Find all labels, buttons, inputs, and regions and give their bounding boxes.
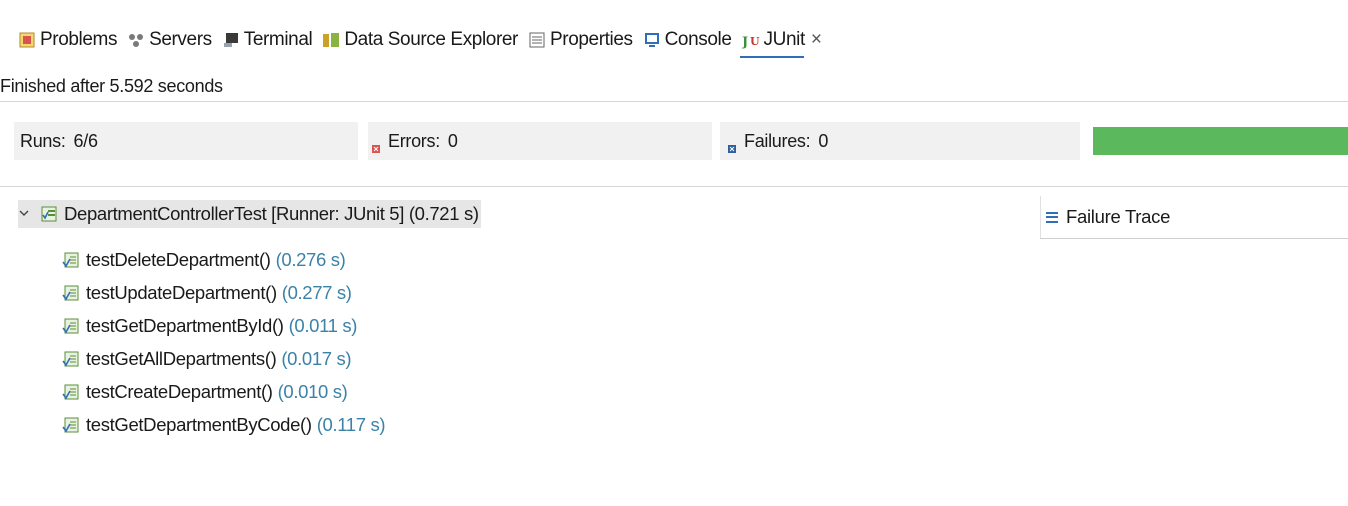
- test-passed-icon: [62, 251, 80, 269]
- failure-trace-icon: [1046, 211, 1058, 223]
- failures-counter: Failures: 0: [720, 122, 1080, 160]
- test-case-time: (0.277 s): [281, 282, 352, 303]
- test-passed-icon: [62, 383, 80, 401]
- tab-junit-label: JUnit: [763, 29, 806, 50]
- test-case-row[interactable]: testGetDepartmentById() (0.011 s): [62, 312, 357, 340]
- test-case-row[interactable]: testCreateDepartment() (0.010 s): [62, 378, 348, 406]
- tab-servers-label: Servers: [149, 29, 212, 50]
- test-case-time: (0.276 s): [275, 249, 346, 270]
- chevron-down-icon[interactable]: [18, 206, 32, 222]
- tab-console[interactable]: Console: [643, 29, 732, 51]
- test-passed-icon: [62, 350, 80, 368]
- test-suite-row[interactable]: DepartmentControllerTest [Runner: JUnit …: [18, 200, 481, 228]
- runs-value: 6/6: [73, 130, 98, 151]
- test-case-name: testGetAllDepartments(): [86, 348, 277, 369]
- test-suite-icon: [40, 205, 58, 223]
- error-icon: [372, 137, 380, 153]
- divider: [0, 186, 1348, 187]
- test-case-time: (0.010 s): [277, 381, 348, 402]
- test-case-row[interactable]: testUpdateDepartment() (0.277 s): [62, 279, 352, 307]
- test-case-name: testUpdateDepartment(): [86, 282, 277, 303]
- problems-icon: [18, 31, 36, 49]
- test-passed-icon: [62, 317, 80, 335]
- tab-terminal-label: Terminal: [243, 29, 313, 50]
- tab-problems-label: Problems: [40, 29, 118, 50]
- divider: [0, 101, 1348, 102]
- failure-icon: [728, 137, 736, 153]
- tab-properties[interactable]: Properties: [528, 29, 633, 51]
- properties-icon: [528, 31, 546, 49]
- tab-junit[interactable]: JU JUnit ×: [739, 29, 822, 58]
- test-passed-icon: [62, 284, 80, 302]
- data-source-icon: [322, 31, 340, 49]
- runs-label: Runs:: [20, 130, 66, 151]
- close-tab-icon[interactable]: ×: [811, 29, 822, 51]
- test-case-row[interactable]: testDeleteDepartment() (0.276 s): [62, 246, 346, 274]
- test-case-time: (0.011 s): [288, 315, 358, 336]
- test-case-row[interactable]: testGetDepartmentByCode() (0.117 s): [62, 411, 386, 439]
- errors-label: Errors:: [388, 130, 440, 151]
- svg-text:J: J: [742, 35, 748, 49]
- svg-text:U: U: [750, 35, 760, 48]
- errors-counter: Errors: 0: [368, 122, 712, 160]
- test-passed-icon: [62, 416, 80, 434]
- failure-trace-header: Failure Trace: [1040, 196, 1348, 239]
- test-case-name: testGetDepartmentById(): [86, 315, 284, 336]
- tab-terminal[interactable]: Terminal: [222, 29, 313, 51]
- test-suite-label: DepartmentControllerTest [Runner: JUnit …: [64, 203, 479, 224]
- failure-trace-label: Failure Trace: [1066, 206, 1171, 227]
- junit-icon: JU: [742, 31, 760, 49]
- tab-data-source-explorer-label: Data Source Explorer: [344, 29, 518, 50]
- failures-label: Failures:: [744, 130, 811, 151]
- tab-data-source-explorer[interactable]: Data Source Explorer: [322, 29, 518, 51]
- test-case-name: testDeleteDepartment(): [86, 249, 271, 270]
- failures-value: 0: [818, 130, 829, 151]
- tab-problems[interactable]: Problems: [18, 29, 117, 51]
- terminal-icon: [222, 31, 240, 49]
- servers-icon: [127, 31, 145, 49]
- view-tab-bar: Problems Servers Terminal Data Source Ex…: [0, 0, 1348, 66]
- test-case-name: testCreateDepartment(): [86, 381, 273, 402]
- test-case-time: (0.017 s): [281, 348, 352, 369]
- test-progress-bar: [1093, 127, 1348, 155]
- tab-servers[interactable]: Servers: [127, 29, 212, 51]
- runs-counter: Runs: 6/6: [14, 122, 358, 160]
- tab-properties-label: Properties: [550, 29, 633, 50]
- tab-list: Problems Servers Terminal Data Source Ex…: [18, 28, 832, 58]
- errors-value: 0: [447, 130, 458, 151]
- test-case-name: testGetDepartmentByCode(): [86, 414, 312, 435]
- run-status-text: Finished after 5.592 seconds: [0, 76, 223, 96]
- test-case-time: (0.117 s): [316, 414, 386, 435]
- console-icon: [643, 31, 661, 49]
- tab-console-label: Console: [664, 29, 732, 50]
- test-case-row[interactable]: testGetAllDepartments() (0.017 s): [62, 345, 352, 373]
